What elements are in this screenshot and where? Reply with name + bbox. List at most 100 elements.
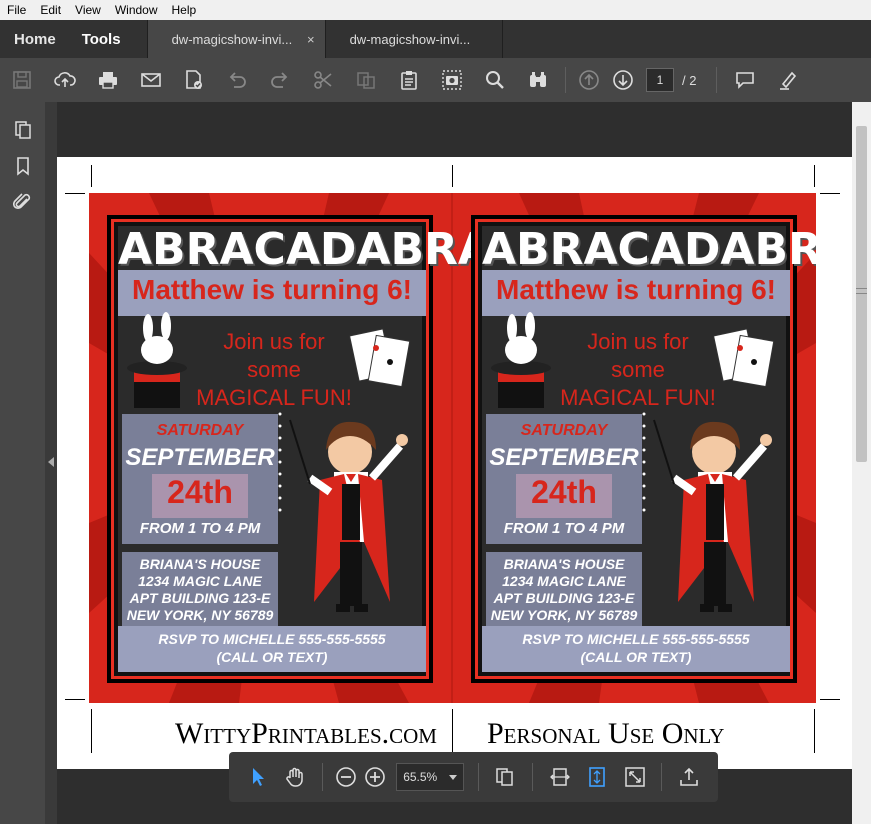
scrollbar-thumb[interactable] xyxy=(856,126,867,462)
binoculars-icon[interactable] xyxy=(516,58,559,102)
rsvp-line-1: RSVP TO MICHELLE 555-555-5555 xyxy=(522,631,750,647)
crop-mark xyxy=(91,709,92,753)
document-tab-2[interactable]: dw-magicshow-invi... xyxy=(324,20,503,58)
bookmark-icon[interactable] xyxy=(0,148,45,184)
hand-tool-icon[interactable] xyxy=(277,752,315,802)
address-text: BRIANA'S HOUSE 1234 MAGIC LANE APT BUILDIN… xyxy=(486,556,642,624)
join-line-1: Join us for some xyxy=(587,329,689,382)
month-label: SEPTEMBER xyxy=(125,444,275,471)
day-label: SATURDAY xyxy=(156,422,244,439)
address-line-4: NEW YORK, NY 56789 xyxy=(126,607,274,623)
search-icon[interactable] xyxy=(473,58,516,102)
document-tab-1[interactable]: dw-magicshow-invi... × xyxy=(146,20,325,58)
document-tab-1-label: dw-magicshow-invi... xyxy=(171,31,293,47)
invitation-card-left: ABRACADABRA! Matthew is turning 6! Join … xyxy=(107,215,512,683)
time-label: FROM 1 TO 4 PM xyxy=(503,520,625,537)
zoom-level-select[interactable]: 65.5% xyxy=(396,763,464,791)
crop-mark xyxy=(820,193,840,194)
menu-file[interactable]: File xyxy=(0,3,33,17)
page-copy-icon[interactable] xyxy=(486,752,524,802)
playing-cards-icon xyxy=(348,328,411,388)
toolbar-divider xyxy=(716,67,718,93)
zoom-level-value: 65.5% xyxy=(403,770,438,784)
fit-width-icon[interactable] xyxy=(541,752,579,802)
playing-cards-icon xyxy=(712,328,775,388)
page-total: / 2 xyxy=(682,72,697,88)
clipboard-icon[interactable] xyxy=(387,58,430,102)
rsvp-text: RSVP TO MICHELLE 555-555-5555 (CALL OR TE… xyxy=(118,630,426,666)
upload-icon[interactable] xyxy=(43,58,86,102)
rsvp-line-2: (CALL OR TEXT) xyxy=(216,649,328,665)
edit-pdf-icon[interactable] xyxy=(172,58,215,102)
crop-mark xyxy=(65,193,85,194)
zoombar-divider xyxy=(322,763,323,791)
menu-window[interactable]: Window xyxy=(108,3,165,17)
invitation-sheet: ABRACADABRA! Matthew is turning 6! Join … xyxy=(89,193,816,703)
rabbit-hat-icon xyxy=(491,312,551,408)
crop-mark xyxy=(91,165,92,187)
zoom-in-icon[interactable] xyxy=(361,752,391,802)
rsvp-line-1: RSVP TO MICHELLE 555-555-5555 xyxy=(158,631,386,647)
fit-page-icon[interactable] xyxy=(578,752,616,802)
left-rail xyxy=(0,102,45,824)
address-line-3: APT BUILDING 123-E xyxy=(493,590,635,606)
address-line-2: 1234 MAGIC LANE xyxy=(502,573,626,589)
crop-mark xyxy=(814,165,815,187)
chevron-down-icon xyxy=(448,774,457,780)
menu-help[interactable]: Help xyxy=(165,3,204,17)
close-icon[interactable]: × xyxy=(307,32,315,47)
address-text: BRIANA'S HOUSE 1234 MAGIC LANE APT BUILDIN… xyxy=(122,556,278,624)
zoombar-divider xyxy=(661,763,663,791)
crop-mark xyxy=(814,709,815,753)
join-text: Join us for some MAGICAL FUN! xyxy=(558,328,718,412)
comment-icon[interactable] xyxy=(723,58,766,102)
address-line-1: BRIANA'S HOUSE xyxy=(503,556,625,572)
page-up-icon[interactable] xyxy=(572,58,606,102)
vertical-scrollbar[interactable] xyxy=(852,102,871,824)
zoombar-divider xyxy=(531,763,533,791)
pages-icon[interactable] xyxy=(0,112,45,148)
full-screen-icon[interactable] xyxy=(616,752,654,802)
panel-collapse-handle[interactable] xyxy=(45,102,57,824)
tools-tab[interactable]: Tools xyxy=(68,20,147,58)
pdf-page: ABRACADABRA! Matthew is turning 6! Join … xyxy=(57,157,852,769)
cut-icon[interactable] xyxy=(301,58,344,102)
floating-zoom-toolbar: 65.5% xyxy=(229,752,718,802)
copy-icon[interactable] xyxy=(344,58,387,102)
menu-view[interactable]: View xyxy=(68,3,108,17)
select-tool-icon[interactable] xyxy=(239,752,277,802)
menu-bar: File Edit View Window Help xyxy=(0,0,871,20)
document-view[interactable]: ABRACADABRA! Matthew is turning 6! Join … xyxy=(57,102,852,824)
join-line-2: MAGICAL FUN! xyxy=(196,385,352,410)
page-number-input[interactable]: 1 xyxy=(646,68,674,92)
menu-edit[interactable]: Edit xyxy=(33,3,68,17)
save-icon[interactable] xyxy=(0,58,43,102)
zoom-out-icon[interactable] xyxy=(331,752,361,802)
share-upload-icon[interactable] xyxy=(670,752,708,802)
crop-mark xyxy=(65,699,85,700)
address-line-3: APT BUILDING 123-E xyxy=(129,590,271,606)
highlight-icon[interactable] xyxy=(766,58,809,102)
document-tab-2-label: dw-magicshow-invi... xyxy=(349,31,471,47)
invitation-card-right: ABRACADABRA! Matthew is turning 6! xyxy=(471,215,816,683)
snapshot-icon[interactable] xyxy=(430,58,473,102)
address-line-4: NEW YORK, NY 56789 xyxy=(490,607,638,623)
redo-icon[interactable] xyxy=(258,58,301,102)
date-label: 24th xyxy=(167,474,233,510)
toolbar-divider xyxy=(565,67,566,93)
undo-icon[interactable] xyxy=(215,58,258,102)
rsvp-line-2: (CALL OR TEXT) xyxy=(580,649,692,665)
home-tab[interactable]: Home xyxy=(0,20,68,58)
crop-mark xyxy=(452,709,453,753)
email-icon[interactable] xyxy=(129,58,172,102)
print-icon[interactable] xyxy=(86,58,129,102)
address-line-2: 1234 MAGIC LANE xyxy=(138,573,262,589)
time-label: FROM 1 TO 4 PM xyxy=(139,520,261,537)
toolbar: 1 / 2 xyxy=(0,58,871,102)
rsvp-text: RSVP TO MICHELLE 555-555-5555 (CALL OR TE… xyxy=(482,630,790,666)
magician-boy-icon xyxy=(289,419,408,612)
page-down-icon[interactable] xyxy=(606,58,640,102)
footer-website: WittyPrintables.com xyxy=(175,717,437,750)
chevron-left-icon xyxy=(48,457,54,467)
attachment-icon[interactable] xyxy=(0,184,45,220)
